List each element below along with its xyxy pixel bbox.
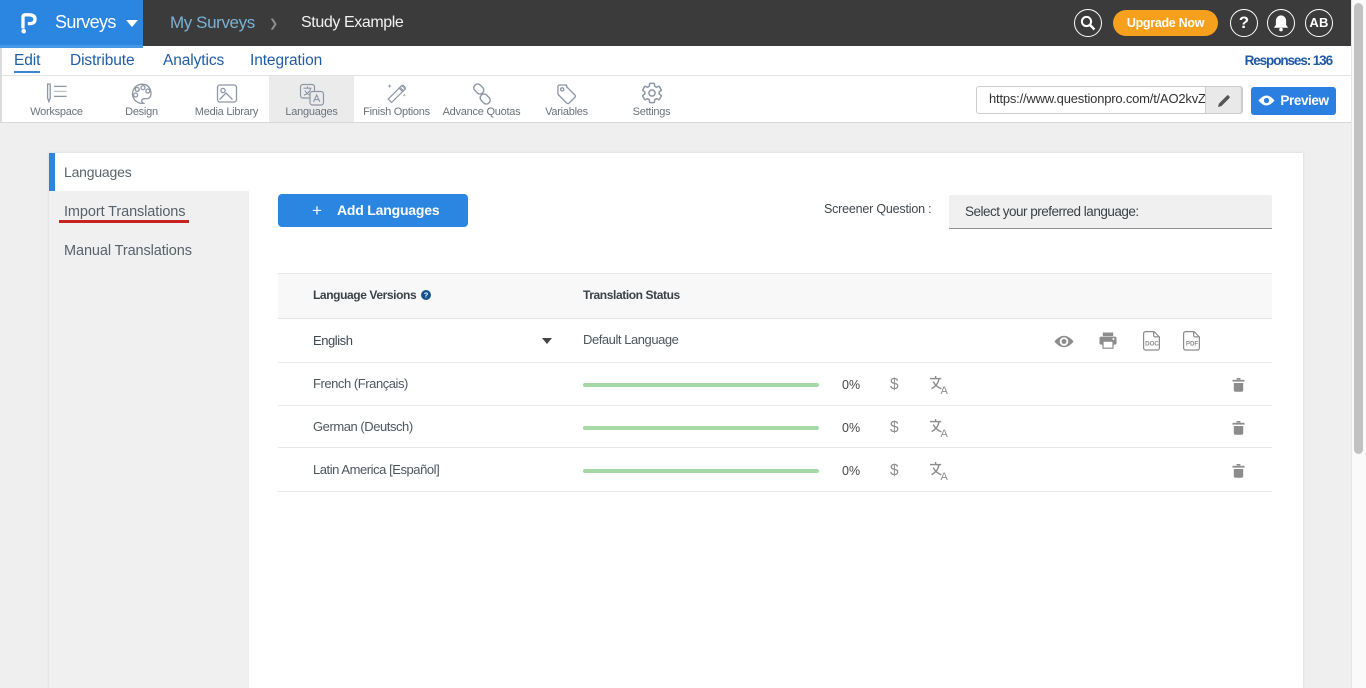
- svg-text:A: A: [941, 471, 949, 481]
- svg-text:A: A: [941, 385, 949, 395]
- svg-text:A: A: [941, 428, 949, 438]
- svg-text:PDF: PDF: [1186, 341, 1199, 348]
- svg-text:DOC: DOC: [1145, 341, 1159, 348]
- svg-text:?: ?: [424, 291, 429, 300]
